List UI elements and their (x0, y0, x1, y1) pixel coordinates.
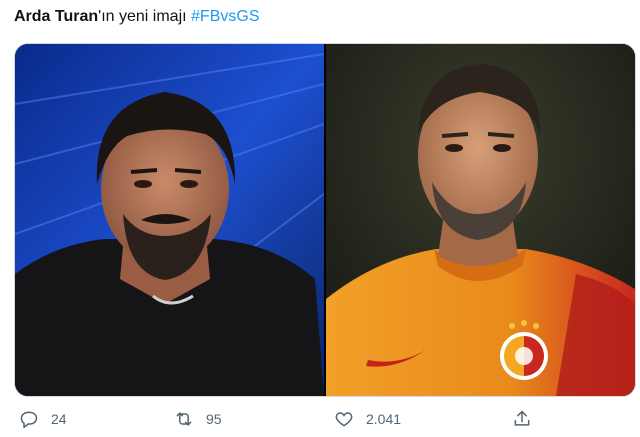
tweet-body: 'ın yeni imajı (98, 8, 192, 25)
retweet-icon (174, 409, 194, 429)
mention-text[interactable]: Arda Turan (14, 8, 98, 25)
photo-left[interactable] (15, 44, 324, 396)
reply-count: 24 (51, 411, 67, 427)
hashtag-link[interactable]: #FBvsGS (191, 8, 259, 25)
action-bar: 24 95 2.041 (0, 404, 640, 434)
retweet-count: 95 (206, 411, 222, 427)
like-icon (334, 409, 354, 429)
share-icon (512, 409, 532, 429)
photo-left-image (15, 44, 324, 396)
photo-right[interactable] (326, 44, 635, 396)
reply-icon (19, 409, 39, 429)
share-button[interactable] (512, 404, 532, 434)
like-button[interactable]: 2.041 (334, 404, 401, 434)
tweet-text: Arda Turan'ın yeni imajı #FBvsGS (14, 8, 260, 26)
retweet-button[interactable]: 95 (174, 404, 222, 434)
reply-button[interactable]: 24 (19, 404, 67, 434)
like-count: 2.041 (366, 411, 402, 427)
photo-right-image (326, 44, 635, 396)
tweet-media[interactable] (14, 43, 636, 397)
